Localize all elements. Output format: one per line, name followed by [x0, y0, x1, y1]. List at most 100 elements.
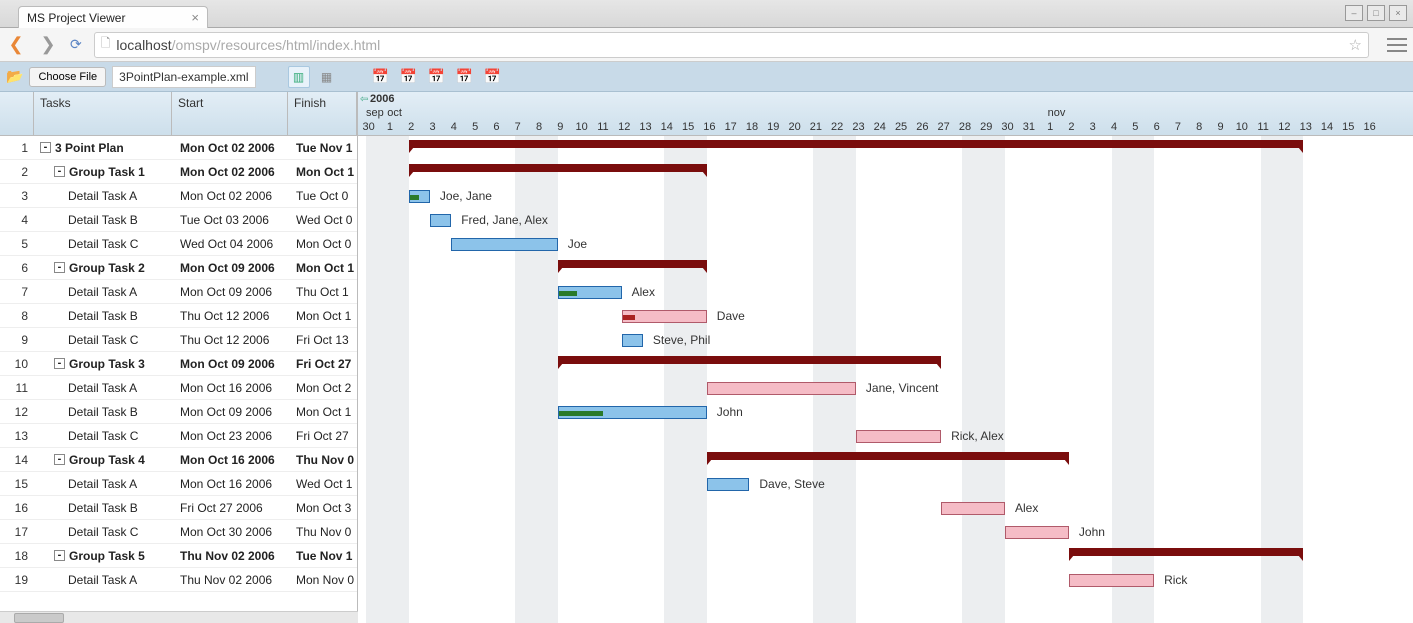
table-row[interactable]: 15Detail Task AMon Oct 16 2006Wed Oct 1: [0, 472, 357, 496]
task-id: 12: [0, 405, 34, 419]
day-label: 26: [912, 121, 933, 135]
table-row[interactable]: 13Detail Task CMon Oct 23 2006Fri Oct 27: [0, 424, 357, 448]
day-label: 1: [1040, 121, 1061, 135]
day-label: 31: [1018, 121, 1039, 135]
day-label: 11: [1252, 121, 1273, 135]
task-id: 14: [0, 453, 34, 467]
task-id: 8: [0, 309, 34, 323]
task-bar[interactable]: [707, 382, 856, 395]
day-label: 13: [1295, 121, 1316, 135]
task-bar[interactable]: [622, 334, 643, 347]
task-id: 18: [0, 549, 34, 563]
task-bar[interactable]: [451, 238, 558, 251]
hamburger-menu-icon[interactable]: [1387, 38, 1407, 52]
expand-toggle-icon[interactable]: -: [54, 358, 65, 369]
summary-bar[interactable]: [558, 356, 941, 364]
task-finish: Mon Nov 0: [290, 573, 357, 587]
table-row[interactable]: 7Detail Task AMon Oct 09 2006Thu Oct 1: [0, 280, 357, 304]
view-table-icon[interactable]: ▦: [316, 66, 338, 88]
expand-toggle-icon[interactable]: -: [54, 550, 65, 561]
url-bar[interactable]: 🗋 localhost/omspv/resources/html/index.h…: [94, 32, 1369, 58]
view-gantt-icon[interactable]: ▥: [288, 66, 310, 88]
expand-toggle-icon[interactable]: -: [54, 454, 65, 465]
browser-tab[interactable]: MS Project Viewer ×: [18, 6, 208, 28]
day-label: 9: [1210, 121, 1231, 135]
task-bar[interactable]: [856, 430, 941, 443]
task-name: Detail Task A: [34, 573, 174, 587]
expand-toggle-icon[interactable]: -: [54, 166, 65, 177]
day-label: 30: [997, 121, 1018, 135]
nav-forward-icon[interactable]: ❯: [38, 34, 58, 55]
table-row[interactable]: 3Detail Task AMon Oct 02 2006Tue Oct 0: [0, 184, 357, 208]
task-name: Detail Task A: [34, 381, 174, 395]
task-name: -Group Task 2: [34, 261, 174, 275]
table-row[interactable]: 11Detail Task AMon Oct 16 2006Mon Oct 2: [0, 376, 357, 400]
summary-bar[interactable]: [1069, 548, 1303, 556]
task-bar[interactable]: [558, 406, 707, 419]
task-start: Mon Oct 02 2006: [174, 189, 290, 203]
zoom-day-icon[interactable]: 📅: [398, 66, 420, 88]
table-row[interactable]: 16Detail Task BFri Oct 27 2006Mon Oct 3: [0, 496, 357, 520]
tab-title: MS Project Viewer: [27, 11, 125, 25]
col-id: [0, 92, 34, 135]
summary-bar[interactable]: [409, 164, 707, 172]
col-finish[interactable]: Finish: [288, 92, 357, 135]
table-row[interactable]: 4Detail Task BTue Oct 03 2006Wed Oct 0: [0, 208, 357, 232]
resource-label: Rick, Alex: [951, 429, 1004, 443]
table-row[interactable]: 6-Group Task 2Mon Oct 09 2006Mon Oct 1: [0, 256, 357, 280]
window-minimize-icon[interactable]: –: [1345, 5, 1363, 21]
task-bar[interactable]: [707, 478, 750, 491]
table-row[interactable]: 12Detail Task BMon Oct 09 2006Mon Oct 1: [0, 400, 357, 424]
reload-icon[interactable]: ⟳: [70, 36, 82, 53]
table-row[interactable]: 10-Group Task 3Mon Oct 09 2006Fri Oct 27: [0, 352, 357, 376]
table-row[interactable]: 18-Group Task 5Thu Nov 02 2006Tue Nov 1: [0, 544, 357, 568]
task-bar[interactable]: [1005, 526, 1069, 539]
task-bar[interactable]: [941, 502, 1005, 515]
task-id: 1: [0, 141, 34, 155]
bookmark-star-icon[interactable]: ☆: [1349, 36, 1362, 54]
zoom-month-icon[interactable]: 📅: [454, 66, 476, 88]
table-row[interactable]: 5Detail Task CWed Oct 04 2006Mon Oct 0: [0, 232, 357, 256]
open-folder-icon[interactable]: [6, 68, 23, 85]
day-label: 16: [699, 121, 720, 135]
col-tasks[interactable]: Tasks: [34, 92, 172, 135]
day-label: 13: [635, 121, 656, 135]
day-label: 8: [1189, 121, 1210, 135]
expand-toggle-icon[interactable]: -: [54, 262, 65, 273]
task-bar[interactable]: [1069, 574, 1154, 587]
task-finish: Fri Oct 13: [290, 333, 357, 347]
task-bar[interactable]: [622, 310, 707, 323]
task-bar[interactable]: [409, 190, 430, 203]
zoom-fit-icon[interactable]: 📅: [370, 66, 392, 88]
summary-bar[interactable]: [558, 260, 707, 268]
summary-bar[interactable]: [707, 452, 1069, 460]
window-close-icon[interactable]: ×: [1389, 5, 1407, 21]
choose-file-button[interactable]: Choose File: [29, 67, 106, 87]
tab-close-icon[interactable]: ×: [191, 10, 199, 25]
summary-bar[interactable]: [409, 140, 1304, 148]
expand-toggle-icon[interactable]: -: [40, 142, 51, 153]
task-finish: Tue Oct 0: [290, 189, 357, 203]
day-label: 12: [1274, 121, 1295, 135]
day-label: 11: [592, 121, 613, 135]
task-finish: Thu Nov 0: [290, 525, 357, 539]
table-row[interactable]: 9Detail Task CThu Oct 12 2006Fri Oct 13: [0, 328, 357, 352]
task-bar[interactable]: [558, 286, 622, 299]
window-maximize-icon[interactable]: □: [1367, 5, 1385, 21]
table-row[interactable]: 2-Group Task 1Mon Oct 02 2006Mon Oct 1: [0, 160, 357, 184]
day-label: 28: [954, 121, 975, 135]
day-label: 7: [1167, 121, 1188, 135]
table-row[interactable]: 19Detail Task AThu Nov 02 2006Mon Nov 0: [0, 568, 357, 592]
day-label: 17: [720, 121, 741, 135]
zoom-week-icon[interactable]: 📅: [426, 66, 448, 88]
table-row[interactable]: 17Detail Task CMon Oct 30 2006Thu Nov 0: [0, 520, 357, 544]
scroll-left-icon[interactable]: ⇦: [360, 94, 368, 105]
table-row[interactable]: 8Detail Task BThu Oct 12 2006Mon Oct 1: [0, 304, 357, 328]
task-finish: Tue Nov 1: [290, 549, 357, 563]
task-bar[interactable]: [430, 214, 451, 227]
col-start[interactable]: Start: [172, 92, 288, 135]
zoom-year-icon[interactable]: 📅: [482, 66, 504, 88]
nav-back-icon[interactable]: ❮: [6, 34, 26, 55]
table-row[interactable]: 14-Group Task 4Mon Oct 16 2006Thu Nov 0: [0, 448, 357, 472]
table-row[interactable]: 1-3 Point PlanMon Oct 02 2006Tue Nov 1: [0, 136, 357, 160]
